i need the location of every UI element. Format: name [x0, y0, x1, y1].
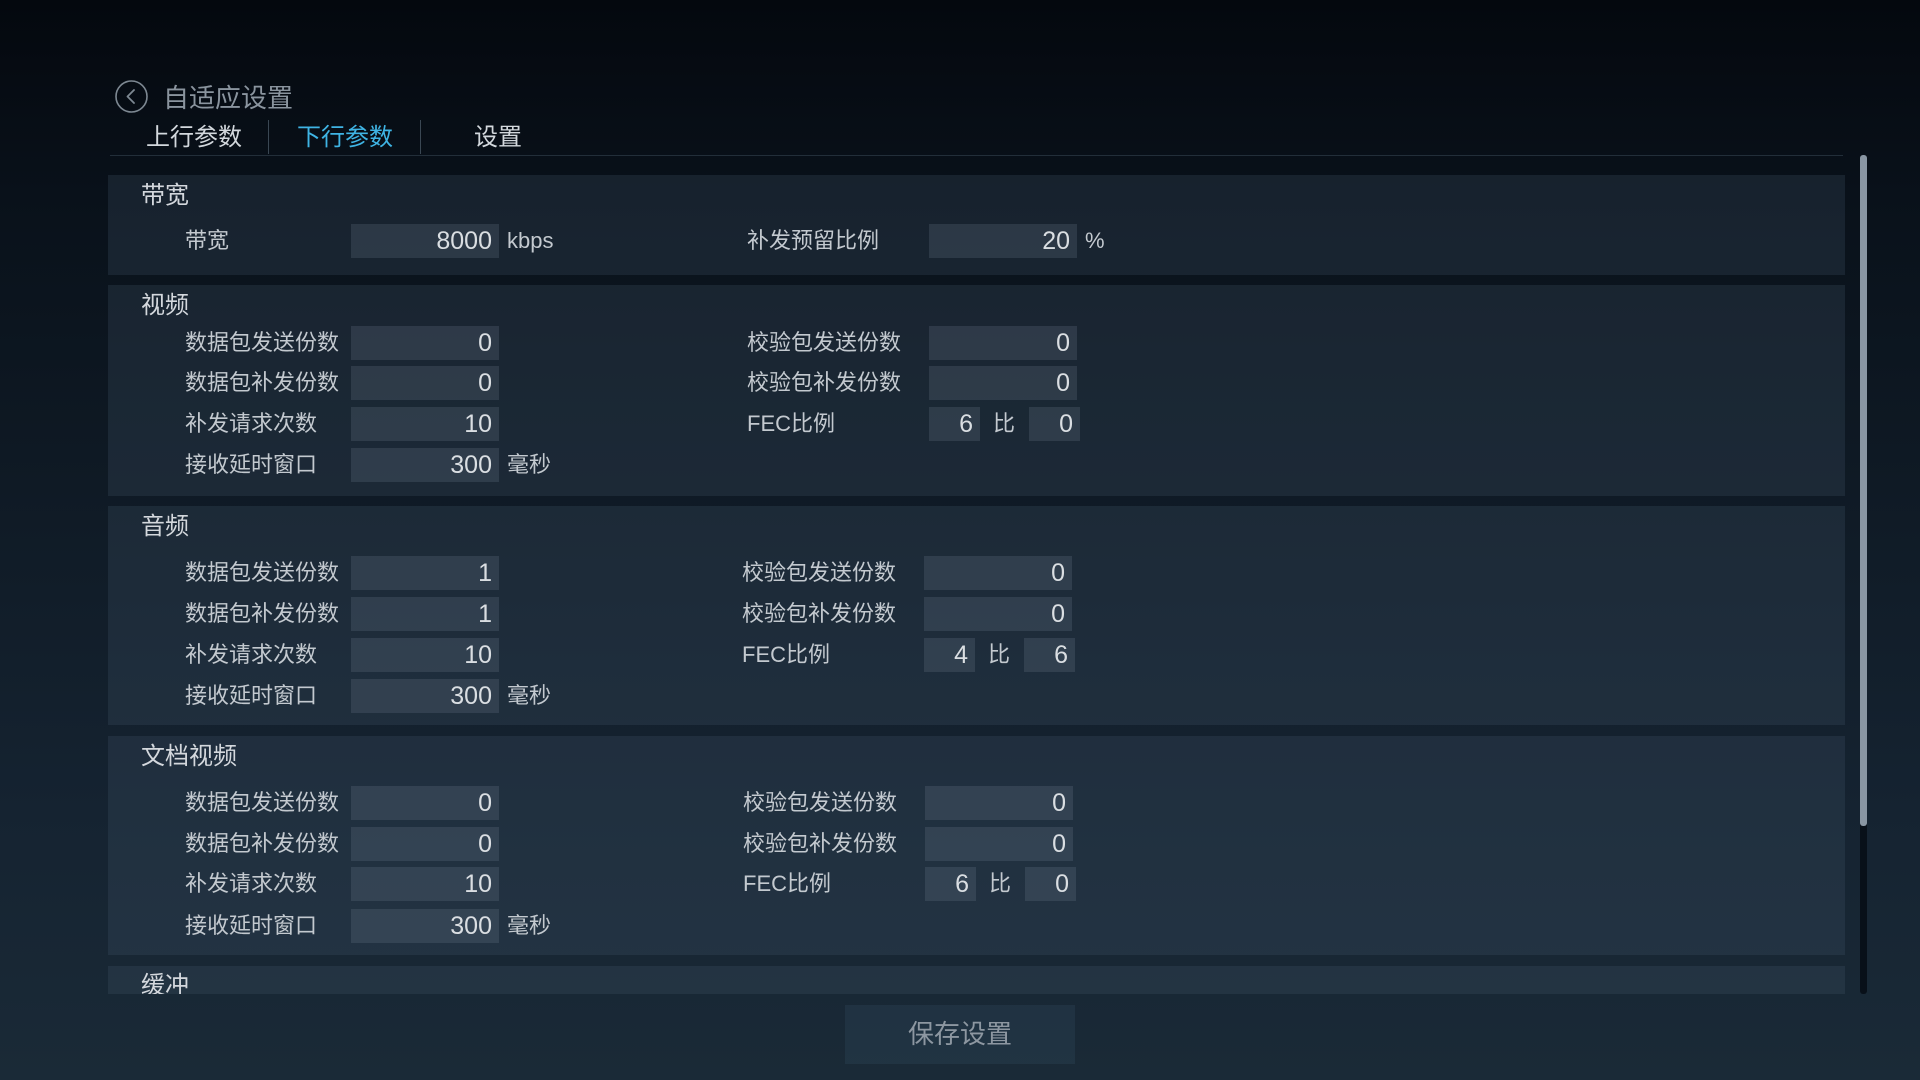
audio-check-send-input[interactable]: 0: [924, 556, 1072, 590]
video-check-send-label: 校验包发送份数: [747, 330, 902, 355]
video-fec-ratio-label: FEC比例: [747, 411, 836, 436]
video-recv-window-label: 接收延时窗口: [185, 452, 318, 477]
doc-video-data-resend-label: 数据包补发份数: [185, 831, 340, 856]
doc-video-fec-ratio-right-input[interactable]: 0: [1025, 867, 1076, 901]
audio-fec-ratio-left-input[interactable]: 4: [924, 638, 975, 672]
video-data-resend-label: 数据包补发份数: [185, 370, 340, 395]
audio-data-send-input[interactable]: 1: [351, 556, 499, 590]
video-check-resend-label: 校验包补发份数: [747, 370, 902, 395]
audio-row-window: 接收延时窗口 300 毫秒: [108, 679, 1845, 713]
video-row-window: 接收延时窗口 300 毫秒: [108, 448, 1845, 482]
bandwidth-input[interactable]: 8000: [351, 224, 499, 258]
audio-row-send: 数据包发送份数 1 校验包发送份数 0: [108, 556, 1845, 590]
audio-fec-ratio-separator: 比: [988, 642, 1011, 667]
doc-video-row-resend: 数据包补发份数 0 校验包补发份数 0: [108, 827, 1845, 861]
doc-video-recv-window-label: 接收延时窗口: [185, 913, 318, 938]
doc-video-recv-window-input[interactable]: 300: [351, 909, 499, 943]
doc-video-row-requests-fec: 补发请求次数 10 FEC比例 6 比 0: [108, 867, 1845, 901]
audio-recv-window-unit: 毫秒: [507, 683, 552, 708]
video-data-send-input[interactable]: 0: [351, 326, 499, 360]
doc-video-data-resend-input[interactable]: 0: [351, 827, 499, 861]
section-bandwidth: 带宽 带宽 8000 kbps 补发预留比例 20 %: [108, 175, 1845, 275]
video-row-resend: 数据包补发份数 0 校验包补发份数 0: [108, 366, 1845, 400]
section-buffer: 缓冲: [108, 966, 1845, 994]
video-fec-ratio-separator: 比: [993, 411, 1016, 436]
settings-scroll-area[interactable]: 带宽 带宽 8000 kbps 补发预留比例 20 % 视频 数据包发送份数 0…: [0, 0, 1920, 994]
reserve-ratio-unit: %: [1085, 228, 1105, 253]
video-data-send-label: 数据包发送份数: [185, 330, 340, 355]
audio-row-resend: 数据包补发份数 1 校验包补发份数 0: [108, 597, 1845, 631]
doc-video-data-send-label: 数据包发送份数: [185, 790, 340, 815]
doc-video-resend-requests-input[interactable]: 10: [351, 867, 499, 901]
video-check-send-input[interactable]: 0: [929, 326, 1077, 360]
section-doc-video: 文档视频 数据包发送份数 0 校验包发送份数 0 数据包补发份数 0 校验包补发…: [108, 736, 1845, 955]
section-title-video: 视频: [141, 292, 189, 319]
audio-recv-window-input[interactable]: 300: [351, 679, 499, 713]
audio-data-resend-input[interactable]: 1: [351, 597, 499, 631]
bandwidth-unit: kbps: [507, 228, 554, 253]
doc-video-fec-ratio-left-input[interactable]: 6: [925, 867, 976, 901]
audio-recv-window-label: 接收延时窗口: [185, 683, 318, 708]
doc-video-data-send-input[interactable]: 0: [351, 786, 499, 820]
audio-fec-ratio-right-input[interactable]: 6: [1024, 638, 1075, 672]
doc-video-check-send-label: 校验包发送份数: [743, 790, 898, 815]
doc-video-check-resend-label: 校验包补发份数: [743, 831, 898, 856]
section-audio: 音频 数据包发送份数 1 校验包发送份数 0 数据包补发份数 1 校验包补发份数…: [108, 506, 1845, 725]
audio-check-resend-input[interactable]: 0: [924, 597, 1072, 631]
section-title-buffer: 缓冲: [141, 972, 189, 994]
reserve-ratio-label: 补发预留比例: [747, 228, 880, 253]
doc-video-fec-ratio-separator: 比: [989, 871, 1012, 896]
doc-video-check-send-input[interactable]: 0: [925, 786, 1073, 820]
section-title-doc-video: 文档视频: [141, 743, 237, 770]
doc-video-fec-ratio-label: FEC比例: [743, 871, 832, 896]
audio-row-requests-fec: 补发请求次数 10 FEC比例 4 比 6: [108, 638, 1845, 672]
doc-video-resend-requests-label: 补发请求次数: [185, 871, 318, 896]
doc-video-check-resend-input[interactable]: 0: [925, 827, 1073, 861]
bandwidth-label: 带宽: [185, 228, 230, 253]
audio-data-send-label: 数据包发送份数: [185, 560, 340, 585]
video-check-resend-input[interactable]: 0: [929, 366, 1077, 400]
video-recv-window-input[interactable]: 300: [351, 448, 499, 482]
doc-video-recv-window-unit: 毫秒: [507, 913, 552, 938]
scrollbar-track[interactable]: [1860, 155, 1867, 994]
video-row-send: 数据包发送份数 0 校验包发送份数 0: [108, 326, 1845, 360]
save-settings-button[interactable]: 保存设置: [845, 1005, 1075, 1064]
video-fec-ratio-right-input[interactable]: 0: [1029, 407, 1080, 441]
section-video: 视频 数据包发送份数 0 校验包发送份数 0 数据包补发份数 0 校验包补发份数…: [108, 285, 1845, 496]
audio-check-resend-label: 校验包补发份数: [742, 601, 897, 626]
bandwidth-row: 带宽 8000 kbps 补发预留比例 20 %: [108, 224, 1845, 258]
audio-resend-requests-input[interactable]: 10: [351, 638, 499, 672]
video-data-resend-input[interactable]: 0: [351, 366, 499, 400]
section-title-audio: 音频: [141, 513, 189, 540]
reserve-ratio-input[interactable]: 20: [929, 224, 1077, 258]
video-fec-ratio-left-input[interactable]: 6: [929, 407, 980, 441]
section-title-bandwidth: 带宽: [141, 182, 189, 209]
audio-data-resend-label: 数据包补发份数: [185, 601, 340, 626]
doc-video-row-window: 接收延时窗口 300 毫秒: [108, 909, 1845, 943]
scrollbar-thumb[interactable]: [1860, 155, 1867, 826]
audio-check-send-label: 校验包发送份数: [742, 560, 897, 585]
video-resend-requests-label: 补发请求次数: [185, 411, 318, 436]
audio-resend-requests-label: 补发请求次数: [185, 642, 318, 667]
video-row-requests-fec: 补发请求次数 10 FEC比例 6 比 0: [108, 407, 1845, 441]
video-resend-requests-input[interactable]: 10: [351, 407, 499, 441]
doc-video-row-send: 数据包发送份数 0 校验包发送份数 0: [108, 786, 1845, 820]
video-recv-window-unit: 毫秒: [507, 452, 552, 477]
audio-fec-ratio-label: FEC比例: [742, 642, 831, 667]
